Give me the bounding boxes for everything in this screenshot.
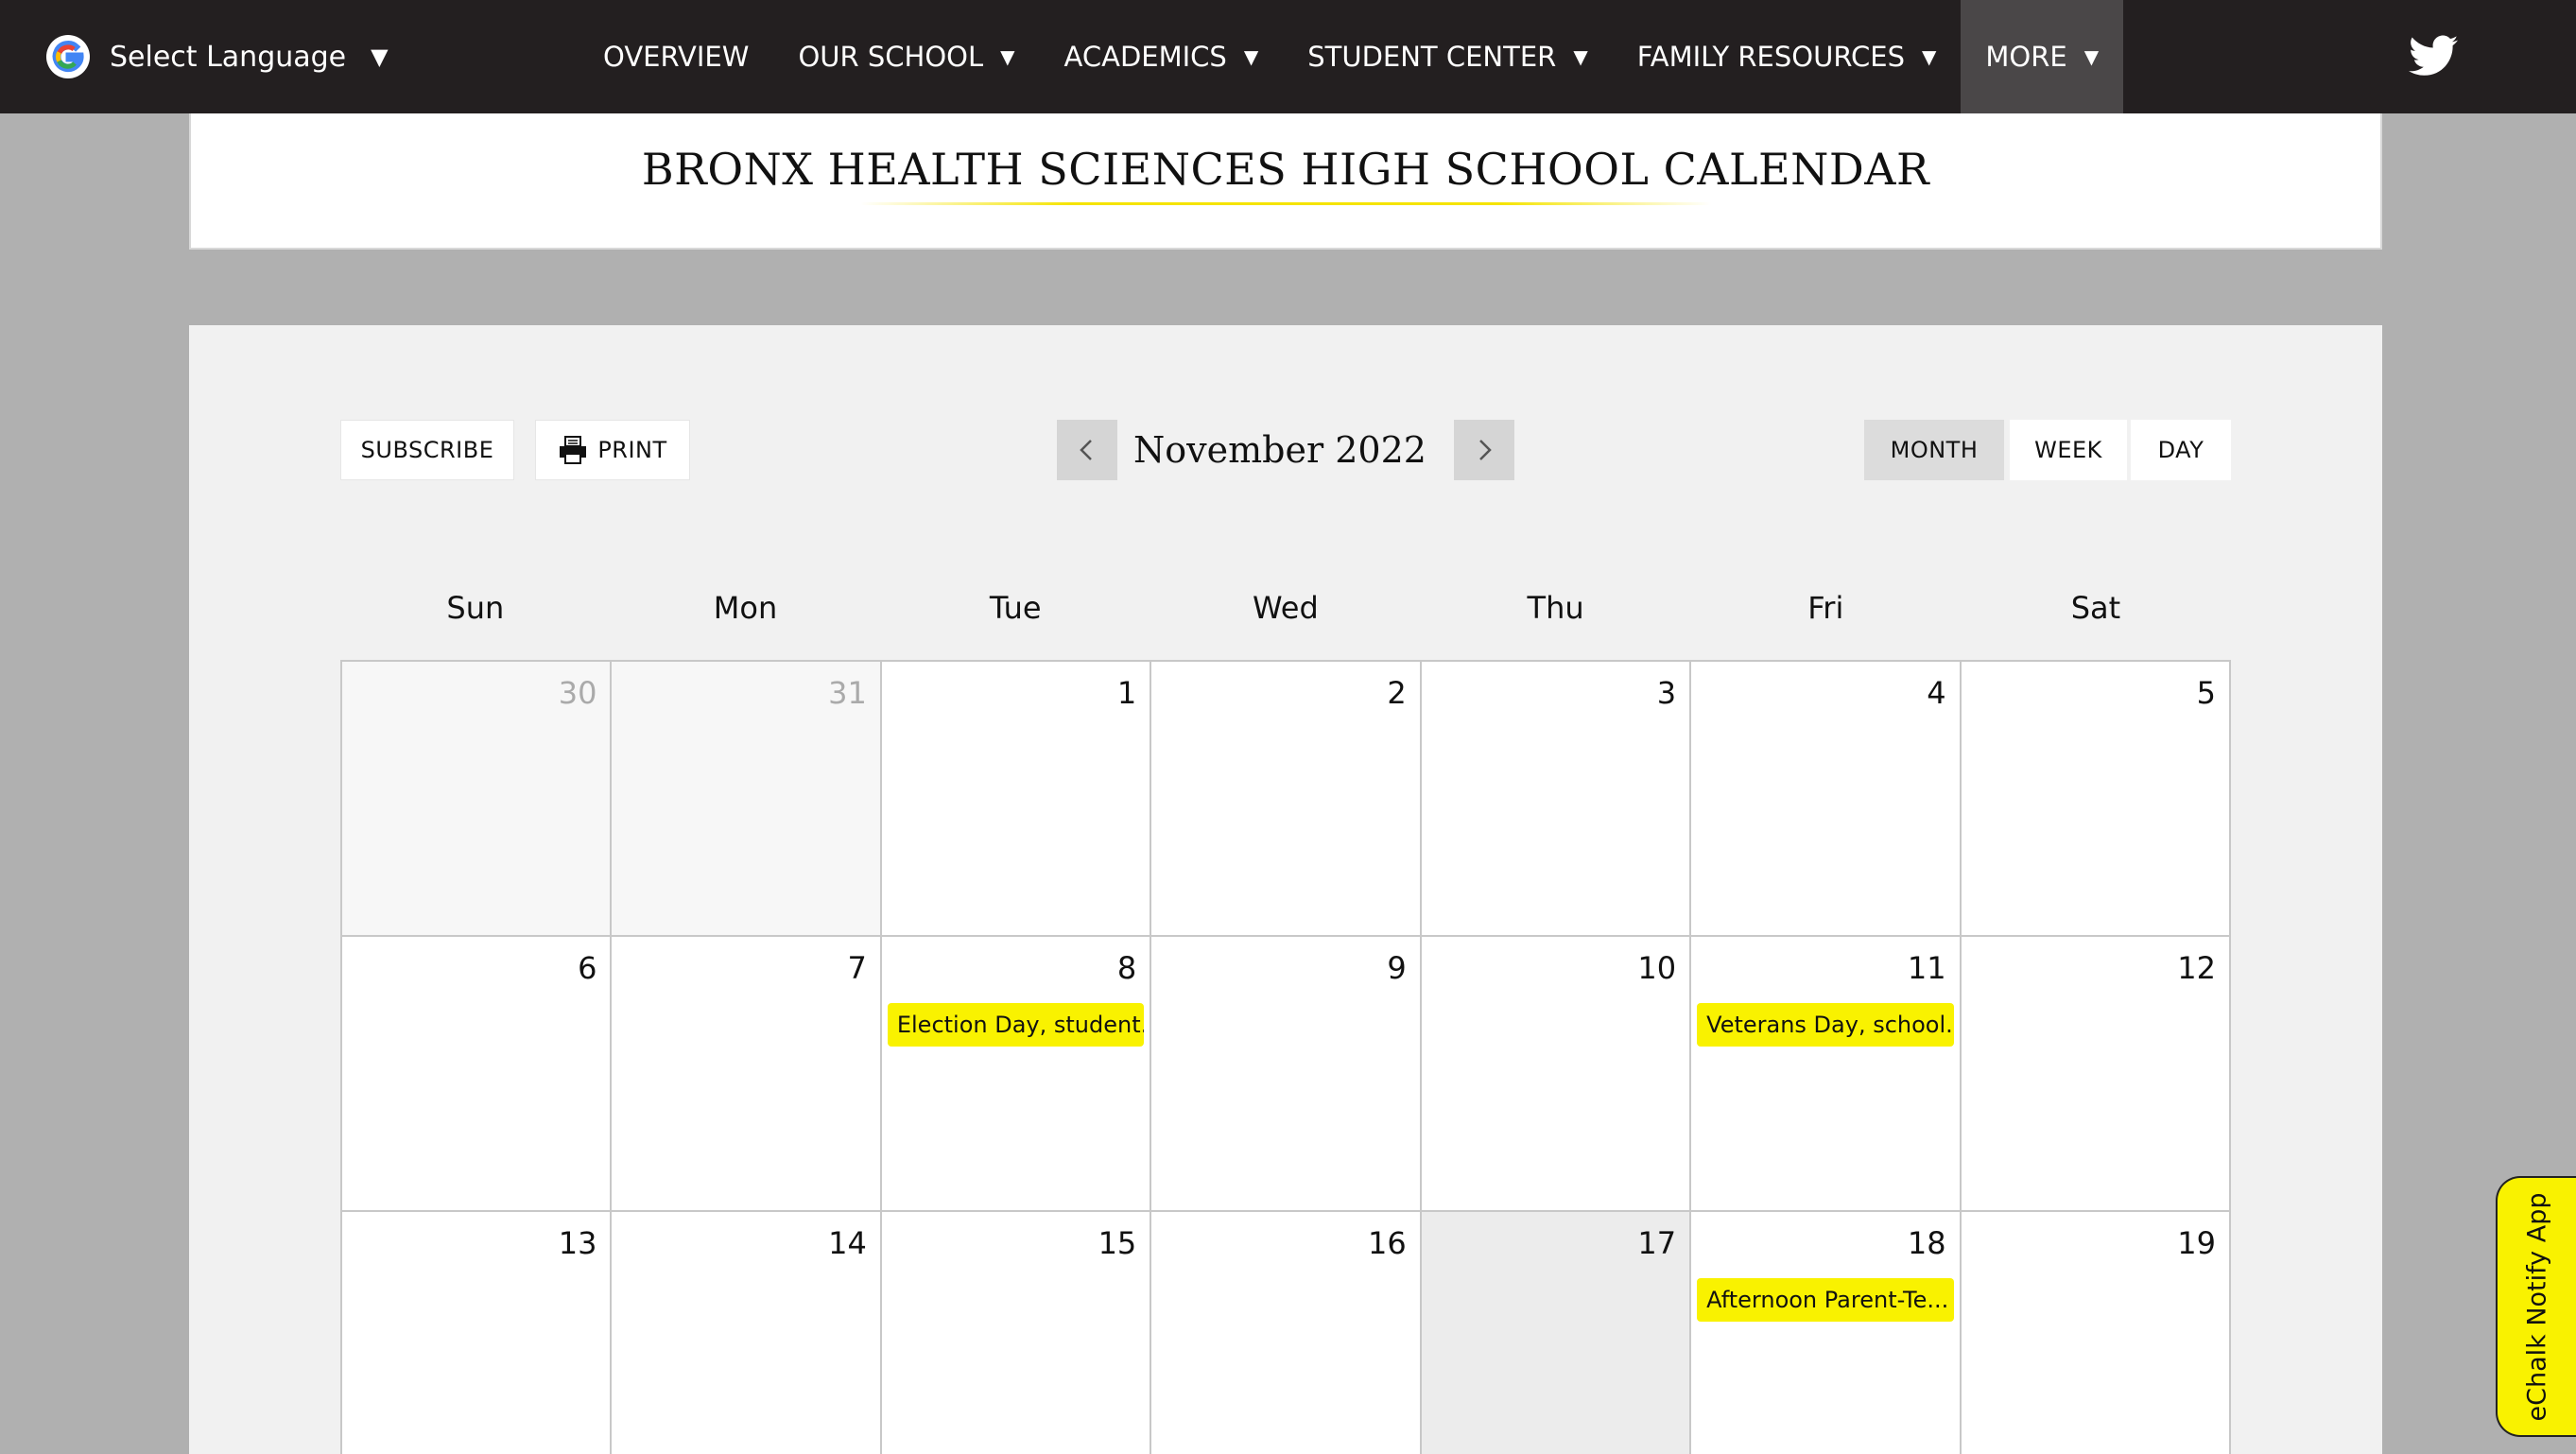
weekday-label: Mon: [713, 590, 778, 626]
day-number: 31: [828, 675, 867, 711]
day-cell[interactable]: 30: [342, 662, 613, 937]
nav-item-label: FAMILY RESOURCES: [1636, 41, 1906, 73]
day-number: 17: [1637, 1225, 1677, 1261]
day-cell[interactable]: 31: [612, 662, 882, 937]
view-month-button[interactable]: MONTH: [1864, 420, 2004, 480]
nav-item-label: ACADEMICS: [1063, 41, 1227, 73]
day-number: 9: [1387, 950, 1407, 986]
day-cell[interactable]: 18 Afternoon Parent-Te...: [1691, 1212, 1962, 1454]
page-header: BRONX HEALTH SCIENCES HIGH SCHOOL CALEND…: [189, 113, 2382, 250]
day-number: 10: [1637, 950, 1677, 986]
day-cell[interactable]: 10: [1421, 937, 1692, 1212]
day-number: 5: [2196, 675, 2216, 711]
nav-item-more[interactable]: MORE ▼: [1961, 0, 2124, 113]
day-cell[interactable]: 8 Election Day, student...: [881, 937, 1152, 1212]
main-menu: OVERVIEW OUR SCHOOL ▼ ACADEMICS ▼ STUDEN…: [579, 0, 2124, 113]
day-number: 8: [1116, 950, 1137, 986]
subscribe-button[interactable]: SUBSCRIBE: [340, 420, 514, 480]
day-number: 6: [578, 950, 597, 986]
language-selector[interactable]: Select Language ▼: [45, 28, 389, 85]
echalk-notify-tab[interactable]: eChalk Notify App: [2496, 1176, 2576, 1437]
day-number: 7: [847, 950, 867, 986]
chevron-down-icon: ▼: [1000, 45, 1015, 68]
nav-item-label: MORE: [1985, 41, 2067, 73]
calendar-panel: SUBSCRIBE PRINT November 2022 MONTH WEEK…: [189, 325, 2382, 1454]
google-icon: [46, 35, 90, 78]
calendar-event[interactable]: Afternoon Parent-Te...: [1697, 1278, 1954, 1322]
chevron-down-icon: ▼: [371, 43, 389, 70]
day-number: 1: [1116, 675, 1137, 711]
view-day-label: DAY: [2157, 437, 2204, 463]
echalk-label: eChalk Notify App: [2522, 1192, 2551, 1421]
calendar-event[interactable]: Veterans Day, school...: [1697, 1003, 1954, 1047]
day-number: 13: [558, 1225, 597, 1261]
view-week-button[interactable]: WEEK: [2010, 420, 2127, 480]
day-cell[interactable]: 1: [881, 662, 1152, 937]
nav-item-label: STUDENT CENTER: [1307, 41, 1557, 73]
nav-item-family-resources[interactable]: FAMILY RESOURCES ▼: [1613, 0, 1962, 113]
day-number: 4: [1927, 675, 1946, 711]
day-cell[interactable]: 9: [1151, 937, 1422, 1212]
nav-item-overview[interactable]: OVERVIEW: [579, 0, 773, 113]
day-number: 11: [1907, 950, 1946, 986]
month-grid: 30 31 1 2 3 4 5 6 7 8 Election Day, student... 9 10 1…: [340, 660, 2231, 1454]
day-number: 19: [2177, 1225, 2216, 1261]
print-button[interactable]: PRINT: [535, 420, 690, 480]
weekday-label: Sat: [2070, 590, 2121, 626]
top-nav: Select Language ▼ OVERVIEW OUR SCHOOL ▼ …: [0, 0, 2576, 113]
page-title: BRONX HEALTH SCIENCES HIGH SCHOOL CALEND…: [641, 144, 1930, 195]
chevron-down-icon: ▼: [2083, 45, 2100, 68]
view-month-label: MONTH: [1890, 437, 1979, 463]
day-cell[interactable]: 15: [881, 1212, 1152, 1454]
nav-item-our-school[interactable]: OUR SCHOOL ▼: [773, 0, 1039, 113]
subscribe-label: SUBSCRIBE: [360, 437, 494, 463]
day-number: 15: [1098, 1225, 1137, 1261]
day-number: 14: [828, 1225, 867, 1261]
title-underline: [860, 202, 1711, 205]
day-number: 3: [1656, 675, 1677, 711]
print-label: PRINT: [597, 437, 667, 463]
nav-item-label: OUR SCHOOL: [798, 41, 984, 73]
day-cell[interactable]: 3: [1421, 662, 1692, 937]
day-cell[interactable]: 7: [612, 937, 882, 1212]
chevron-down-icon: ▼: [1243, 45, 1259, 68]
view-day-button[interactable]: DAY: [2131, 420, 2231, 480]
weekday-label: Tue: [989, 590, 1042, 626]
day-cell[interactable]: 13: [342, 1212, 613, 1454]
weekday-header: Sun Mon Tue Wed Thu Fri Sat: [340, 590, 2231, 647]
view-week-label: WEEK: [2034, 437, 2102, 463]
day-cell[interactable]: 14: [612, 1212, 882, 1454]
printer-icon: [560, 436, 587, 464]
weekday-label: Fri: [1807, 590, 1844, 626]
day-cell[interactable]: 16: [1151, 1212, 1422, 1454]
weekday-label: Wed: [1253, 590, 1319, 626]
day-cell[interactable]: 12: [1961, 937, 2231, 1212]
day-cell[interactable]: 5: [1961, 662, 2231, 937]
language-label: Select Language: [110, 40, 347, 74]
nav-item-student-center[interactable]: STUDENT CENTER ▼: [1283, 0, 1612, 113]
weekday-label: Thu: [1527, 590, 1584, 626]
next-month-button[interactable]: [1454, 420, 1514, 480]
chevron-down-icon: ▼: [1922, 45, 1937, 68]
twitter-icon[interactable]: [2409, 34, 2458, 78]
nav-item-academics[interactable]: ACADEMICS ▼: [1040, 0, 1284, 113]
calendar-event[interactable]: Election Day, student...: [887, 1003, 1145, 1047]
day-number: 18: [1907, 1225, 1946, 1261]
chevron-down-icon: ▼: [1573, 45, 1588, 68]
chevron-right-icon: [1479, 440, 1492, 460]
day-cell[interactable]: 6: [342, 937, 613, 1212]
day-number: 16: [1367, 1225, 1407, 1261]
day-cell[interactable]: 11 Veterans Day, school...: [1691, 937, 1962, 1212]
day-number: 30: [558, 675, 597, 711]
day-cell[interactable]: 19: [1961, 1212, 2231, 1454]
day-cell[interactable]: 2: [1151, 662, 1422, 937]
month-title: November 2022: [1133, 429, 1426, 471]
weekday-label: Sun: [446, 590, 505, 626]
day-number: 12: [2177, 950, 2216, 986]
day-cell[interactable]: 4: [1691, 662, 1962, 937]
day-number: 2: [1387, 675, 1407, 711]
nav-item-label: OVERVIEW: [603, 41, 750, 73]
day-cell[interactable]: 17: [1421, 1212, 1692, 1454]
